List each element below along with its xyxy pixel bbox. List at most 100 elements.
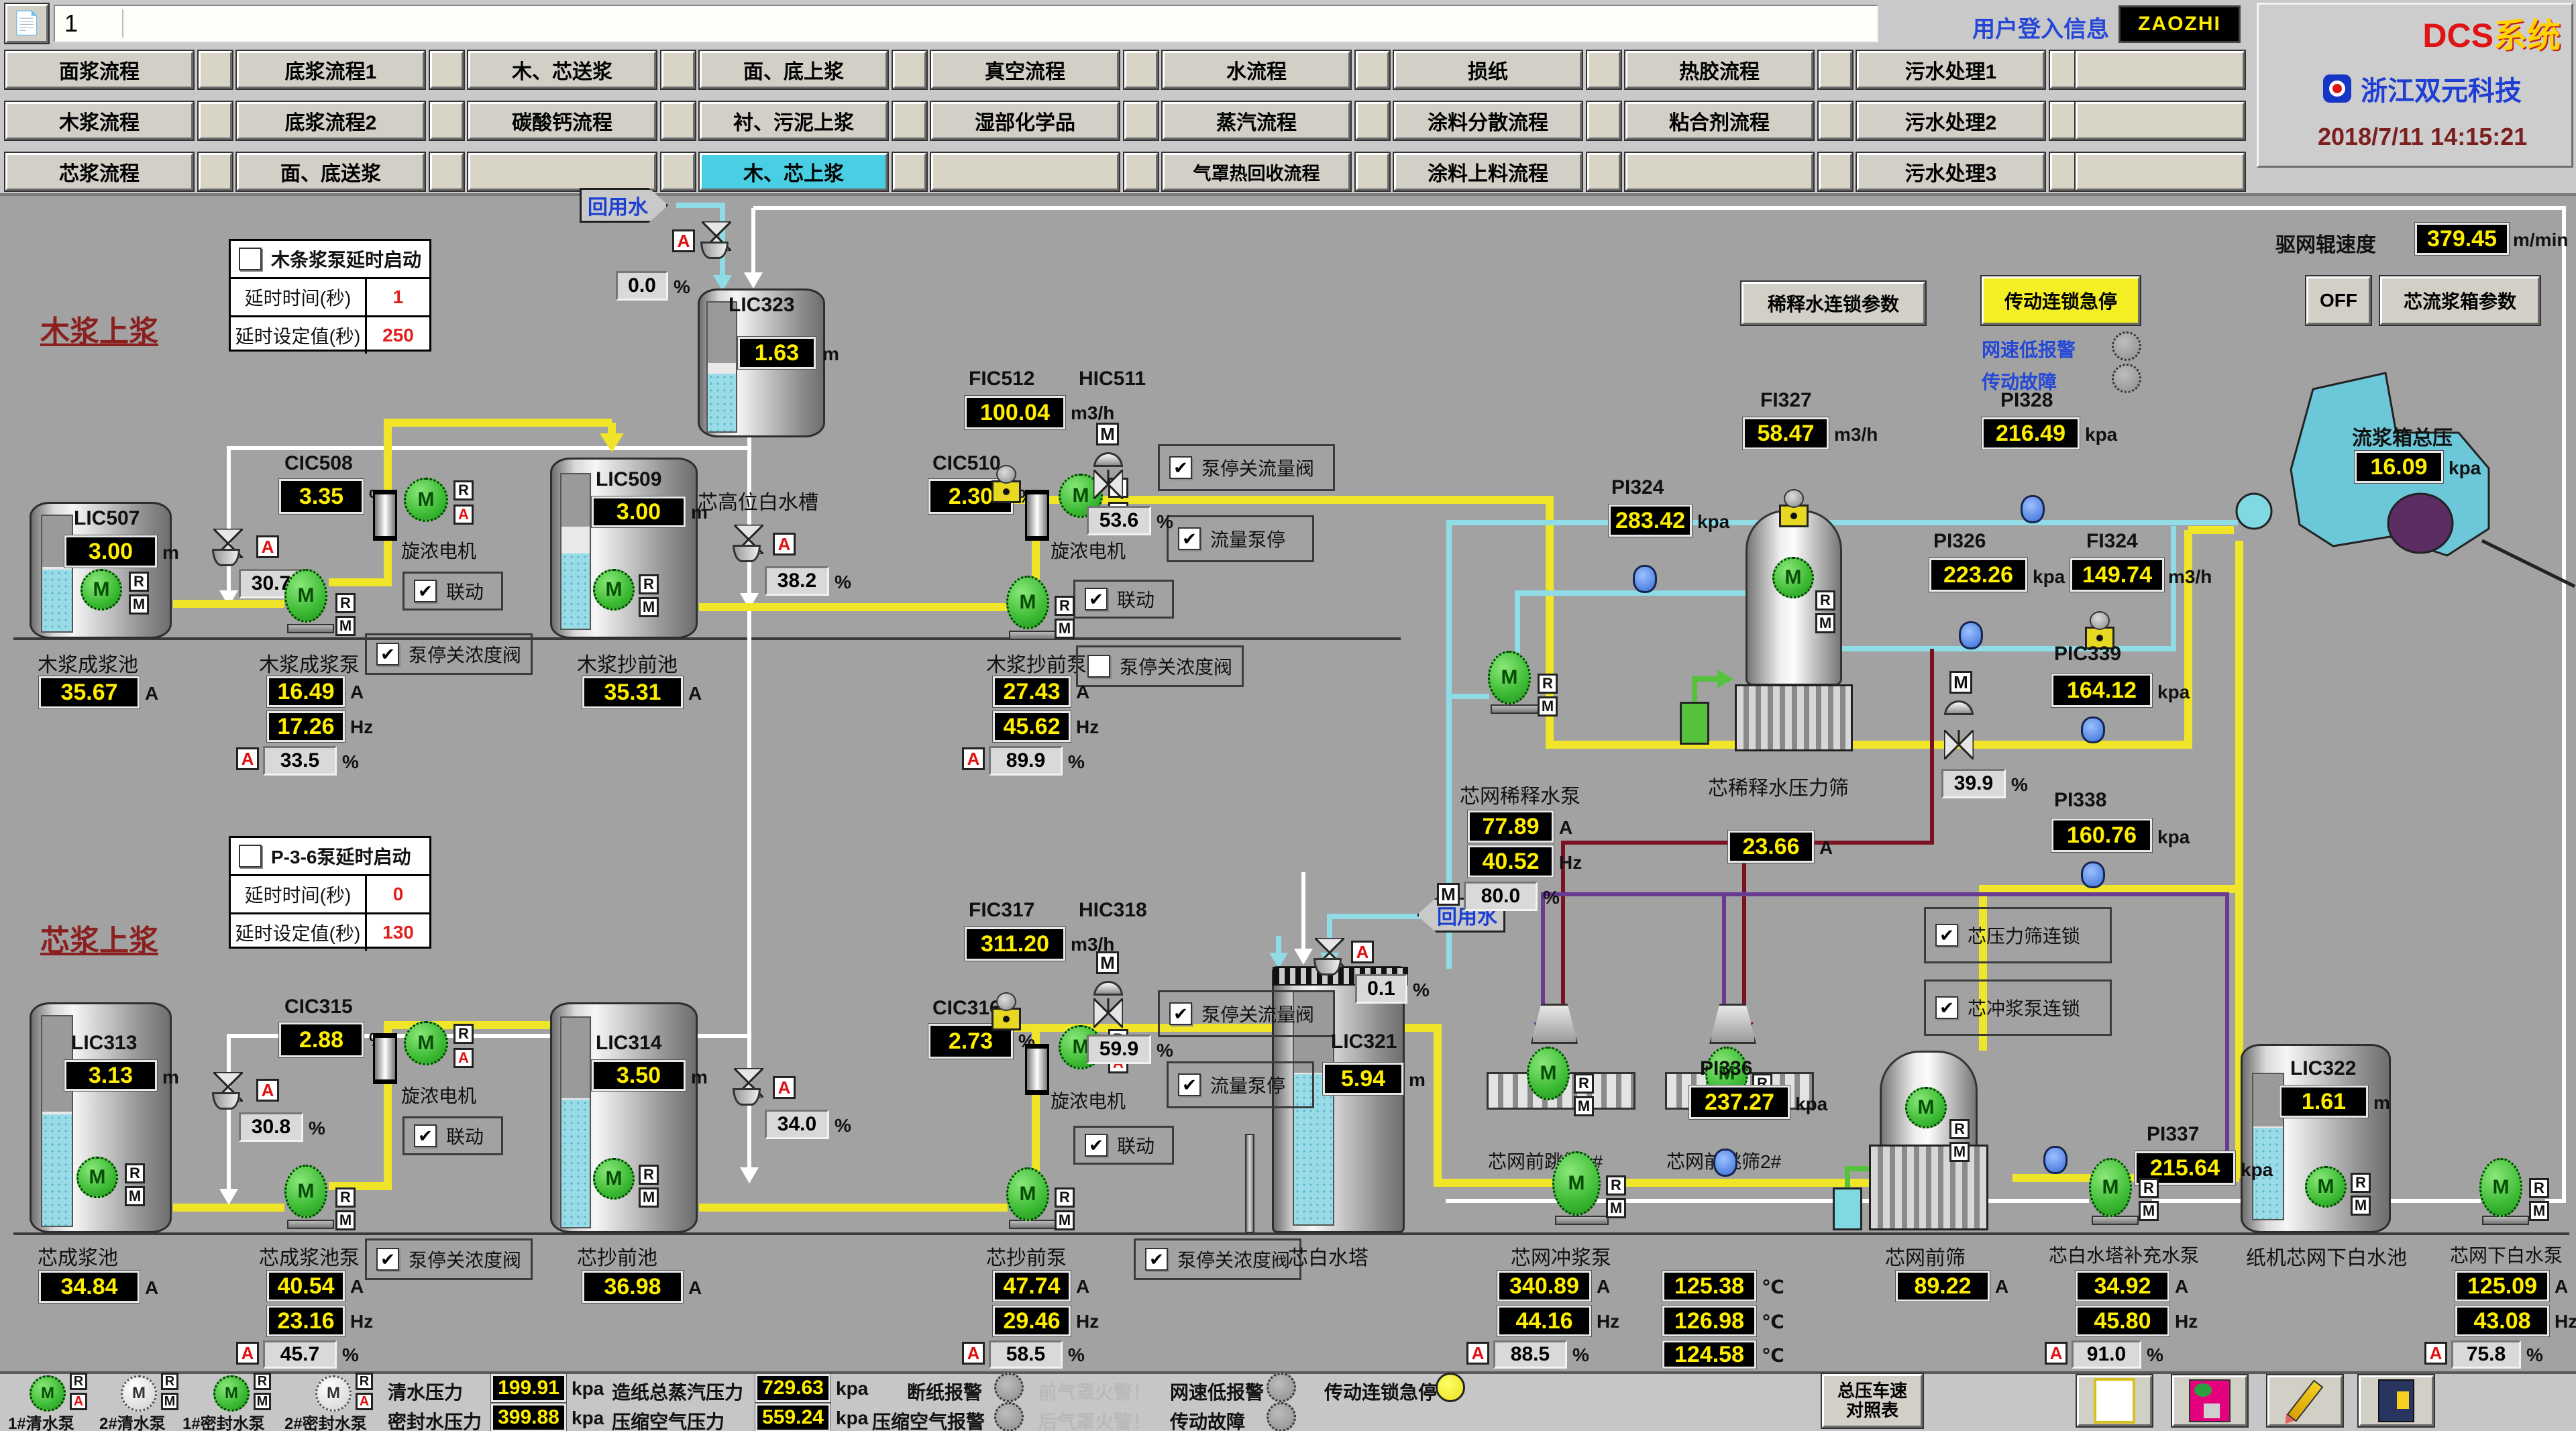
dilution-params-button[interactable]: 稀释水连锁参数	[1741, 282, 1925, 325]
delay2-row2-value[interactable]: 130	[367, 914, 429, 951]
wood-fore-pump[interactable]: M	[1006, 576, 1049, 629]
wood-linkage-checkbox-1[interactable]: ✔联动	[402, 572, 503, 611]
pump2-speed-pct[interactable]: 89.9	[989, 746, 1063, 776]
pump3-stop-valve-checkbox[interactable]: ✔泵停关浓度阀	[365, 1238, 533, 1280]
core-pool-pump[interactable]: M	[284, 1165, 327, 1218]
lic313-agitator-motor[interactable]: M	[76, 1157, 118, 1198]
off-button[interactable]: OFF	[2306, 276, 2371, 325]
fresh-water-pump-1[interactable]: M	[30, 1375, 66, 1412]
checkbox[interactable]: ✔	[1935, 996, 1958, 1019]
pic339-valve[interactable]	[1944, 730, 1974, 759]
edit-button[interactable]	[2267, 1375, 2343, 1426]
core-dilution-valve-2[interactable]	[734, 1068, 763, 1098]
tower-makeup-pump[interactable]: M	[2089, 1158, 2132, 1217]
hic318-output[interactable]: 59.9	[1087, 1035, 1151, 1064]
delay1-checkbox[interactable]	[239, 248, 262, 270]
pump8-pct[interactable]: 75.8	[2451, 1340, 2521, 1369]
unit: m	[691, 502, 708, 523]
pump1-stop-valve-checkbox[interactable]: ✔泵停关浓度阀	[365, 633, 533, 675]
core-linkage-checkbox-1[interactable]: ✔联动	[402, 1116, 503, 1155]
unit: kpa	[836, 1378, 868, 1399]
wood-pool-pump[interactable]: M	[284, 569, 327, 623]
core-dilution-valve[interactable]	[213, 1072, 243, 1102]
jump1-motor[interactable]: M	[1527, 1047, 1570, 1100]
drive-interlock-estop-button[interactable]: 传动连锁急停	[1982, 276, 2140, 325]
headbox-params-button[interactable]: 芯流浆箱参数	[2380, 276, 2540, 325]
underwire-pump[interactable]: M	[2479, 1158, 2522, 1217]
checkbox[interactable]: ✔	[1178, 527, 1201, 550]
exit-button[interactable]	[2359, 1375, 2434, 1426]
tower-valve-output[interactable]: 0.1	[1355, 974, 1407, 1004]
dilution-pump-pct[interactable]: 80.0	[1464, 882, 1538, 911]
pump1-amps: 16.49	[267, 676, 345, 707]
core-flowstop-checkbox[interactable]: ✔流量泵停	[1167, 1061, 1314, 1108]
core-linkage-checkbox-2[interactable]: ✔联动	[1073, 1126, 1174, 1165]
wood-flowvalve-checkbox[interactable]: ✔泵停关流量阀	[1158, 444, 1335, 491]
pump7-pct[interactable]: 91.0	[2072, 1340, 2141, 1369]
seal-water-pump-2[interactable]: M	[315, 1375, 352, 1412]
lic509-id: LIC509	[596, 468, 661, 491]
wood-dilution-valve-2[interactable]	[734, 525, 763, 554]
wood-spinner-motor-1[interactable]: M	[404, 478, 448, 522]
lic323-valve-output[interactable]: 0.0	[616, 271, 668, 301]
report-button[interactable]	[2077, 1375, 2152, 1426]
pump4-speed-pct[interactable]: 58.5	[989, 1340, 1063, 1369]
dilution-screen-amps: 23.66	[1728, 831, 1814, 863]
pump4-stop-valve-checkbox[interactable]: ✔泵停关浓度阀	[1134, 1238, 1301, 1280]
system-menu-button[interactable]: 📄	[5, 4, 48, 43]
checkbox[interactable]: ✔	[1169, 1002, 1192, 1025]
dilution-screen-motor[interactable]: M	[1772, 557, 1814, 598]
checkbox[interactable]: ✔	[1085, 1134, 1108, 1157]
fan-pump-pct[interactable]: 88.5	[1493, 1340, 1567, 1369]
hic318-valve[interactable]	[1093, 998, 1123, 1028]
checkbox[interactable]: ✔	[1178, 1073, 1201, 1096]
screen-interlock-checkbox[interactable]: ✔芯压力筛连锁	[1924, 907, 2112, 963]
checkbox[interactable]: ✔	[376, 1248, 399, 1271]
seal-water-pump-1[interactable]: M	[213, 1375, 250, 1412]
delay2-row1-value[interactable]: 0	[367, 876, 429, 912]
hic511-output[interactable]: 53.6	[1087, 506, 1151, 535]
pump1-speed-pct[interactable]: 33.5	[263, 746, 337, 776]
tower-inlet-valve[interactable]	[1315, 938, 1344, 967]
estop-status-label: 传动连锁急停	[1324, 1378, 1437, 1405]
delay2-checkbox[interactable]	[239, 845, 262, 867]
checkbox[interactable]: ✔	[1935, 924, 1958, 947]
delay1-row2-value[interactable]: 250	[367, 317, 429, 354]
cic510-output[interactable]: 38.2	[765, 566, 829, 596]
checkbox[interactable]: ✔	[414, 580, 437, 602]
pump2-stop-valve-checkbox[interactable]: 泵停关浓度阀	[1076, 645, 1244, 687]
checkbox-unchecked[interactable]	[1087, 655, 1110, 678]
lic322-agitator-motor[interactable]: M	[2305, 1166, 2347, 1208]
speed-table-button[interactable]: 总压车速 对照表	[1822, 1374, 1923, 1428]
checkbox[interactable]: ✔	[414, 1124, 437, 1147]
pic339-output[interactable]: 39.9	[1941, 769, 2006, 798]
pump3-speed-pct[interactable]: 45.7	[263, 1340, 337, 1369]
lic507-agitator-motor[interactable]: M	[80, 569, 122, 611]
page-number-input[interactable]: 1	[54, 5, 1878, 42]
checkbox[interactable]: ✔	[1085, 588, 1108, 611]
core-fore-pump[interactable]: M	[1006, 1167, 1049, 1221]
hic511-valve[interactable]	[1093, 470, 1123, 499]
zaozhi-user-button[interactable]: ZAOZHI	[2118, 5, 2241, 43]
dilution-pump[interactable]: M	[1488, 651, 1531, 704]
lic314-agitator-motor[interactable]: M	[593, 1158, 635, 1200]
wood-linkage-checkbox-2[interactable]: ✔联动	[1073, 580, 1174, 619]
fan-pump[interactable]: M	[1552, 1151, 1601, 1216]
core-spinner-motor-1[interactable]: M	[404, 1021, 448, 1065]
fore-screen-motor[interactable]: M	[1905, 1087, 1947, 1128]
wood-dilution-valve[interactable]	[213, 529, 243, 558]
pump-interlock-checkbox[interactable]: ✔芯冲浆泵连锁	[1924, 979, 2112, 1036]
pump2-auto-flag: A	[962, 747, 985, 770]
checkbox[interactable]: ✔	[376, 643, 399, 666]
fresh-water-pump-2[interactable]: M	[121, 1375, 157, 1412]
checkbox[interactable]: ✔	[1145, 1248, 1168, 1271]
cic316-output[interactable]: 34.0	[765, 1110, 829, 1139]
checkbox[interactable]: ✔	[1169, 456, 1192, 479]
delay1-row1-value[interactable]: 1	[367, 279, 429, 315]
lic323-inlet-valve[interactable]	[702, 221, 731, 251]
wood-flowstop-checkbox[interactable]: ✔流量泵停	[1167, 515, 1314, 562]
core-flowvalve-checkbox[interactable]: ✔泵停关流量阀	[1158, 990, 1335, 1037]
cic315-output[interactable]: 30.8	[239, 1112, 303, 1142]
graphics-button[interactable]	[2172, 1375, 2247, 1426]
lic509-agitator-motor[interactable]: M	[593, 569, 635, 611]
